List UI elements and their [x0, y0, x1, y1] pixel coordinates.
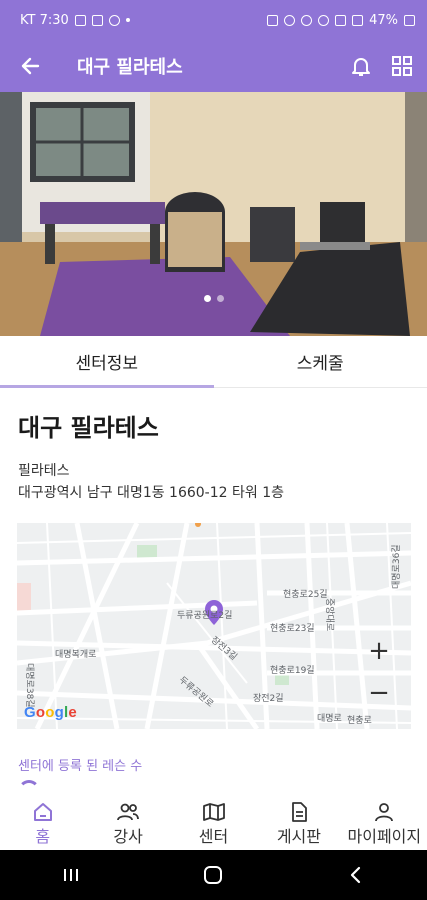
system-navigation-bar: [0, 850, 427, 900]
map-street-label: 두류공원로2길: [177, 611, 233, 621]
map-street-label: 대명로: [317, 714, 342, 724]
status-time: KT 7:30: [20, 12, 69, 28]
center-tabs: 센터정보 스케줄: [0, 336, 427, 388]
map-street-label: 대명로38길: [24, 663, 34, 708]
carousel-dot: [216, 295, 224, 302]
carousel-dot: [203, 295, 211, 302]
map-icon: [202, 803, 225, 821]
more-notifications-icon: [125, 18, 130, 22]
nav-home[interactable]: 홈: [0, 796, 85, 850]
carousel-indicator: [0, 295, 427, 302]
app-bar: 대구 필라테스: [0, 40, 427, 92]
google-logo: Google: [24, 704, 77, 721]
nav-label: 강사: [113, 827, 143, 846]
battery-percent: 47%: [369, 12, 398, 28]
center-address: 대구광역시 남구 대명1동 1660-12 타워 1층: [18, 485, 284, 501]
map-street-label: 중앙대로: [324, 598, 334, 632]
tab-schedule[interactable]: 스케줄: [214, 336, 427, 387]
map-zoom-out-button[interactable]: −: [359, 675, 399, 711]
nav-mypage[interactable]: 마이페이지: [342, 796, 427, 850]
location-map[interactable]: 현충로25길 현충로23길 현충로19길 두류공원로 두류공원로2길 장전2길 …: [17, 523, 411, 729]
map-street-label: 대명로36길: [392, 544, 402, 589]
nav-label: 게시판: [276, 827, 321, 846]
status-bar: KT 7:30 47%: [0, 0, 427, 40]
map-street-label: 현충로25길: [283, 590, 328, 600]
center-photo-carousel[interactable]: [0, 92, 427, 336]
page-title: 대구 필라테스: [77, 57, 183, 78]
signal-icon: [352, 14, 364, 26]
wifi-icon: [335, 14, 347, 26]
gallery-notification-icon: [74, 14, 86, 26]
person-icon: [375, 803, 394, 822]
bell-icon[interactable]: [349, 54, 373, 78]
map-street-label: 현충로: [347, 716, 372, 726]
tab-center-info[interactable]: 센터정보: [0, 336, 214, 388]
nav-instructors[interactable]: 강사: [85, 796, 170, 850]
nav-label: 센터: [198, 827, 229, 846]
lesson-count-label: 센터에 등록 된 레슨 수: [18, 759, 143, 774]
home-button-icon[interactable]: [202, 864, 224, 886]
back-button[interactable]: [0, 40, 60, 92]
lock-icon: [267, 14, 279, 26]
bluetooth-icon: [301, 14, 313, 26]
arrow-left-icon: [21, 57, 40, 75]
nav-label: 마이페이지: [347, 827, 422, 846]
recent-apps-icon[interactable]: [60, 865, 82, 885]
bottom-navigation: 홈 강사 센터 게시판 마이페이지: [0, 796, 427, 850]
nav-label: 홈: [35, 827, 51, 846]
nav-board[interactable]: 게시판: [256, 796, 341, 850]
map-zoom-in-button[interactable]: +: [359, 633, 399, 669]
instagram-notification-icon: [91, 14, 103, 26]
back-nav-icon[interactable]: [345, 864, 367, 886]
center-name: 대구 필라테스: [18, 414, 159, 442]
map-street-label: 현충로23길: [270, 624, 315, 634]
location-icon: [318, 14, 330, 26]
alarm-icon: [284, 14, 296, 26]
nav-center[interactable]: 센터: [171, 796, 256, 850]
document-icon: [292, 802, 307, 822]
people-icon: [117, 803, 140, 821]
home-icon: [33, 803, 52, 821]
grid-menu-icon[interactable]: [391, 55, 413, 77]
messenger-notification-icon: [108, 14, 120, 26]
map-street-label: 장전2길: [253, 694, 284, 704]
map-street-label: 현충로19길: [270, 666, 315, 676]
map-street-label: 대명복개로: [55, 650, 97, 660]
battery-icon: [404, 14, 415, 26]
center-category: 필라테스: [18, 463, 70, 479]
